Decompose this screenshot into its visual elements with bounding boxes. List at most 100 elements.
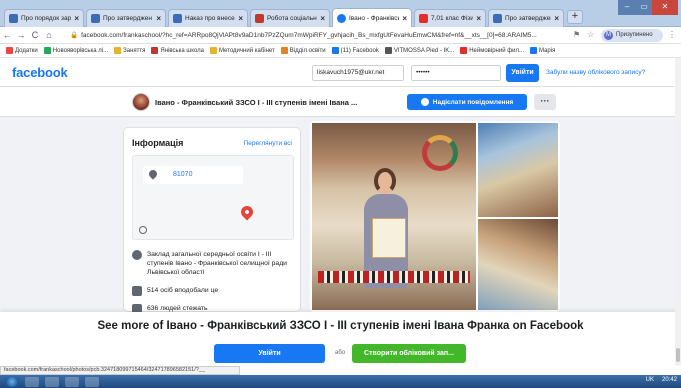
more-options-button[interactable]: ··· bbox=[534, 94, 556, 110]
tab-close-icon[interactable]: × bbox=[74, 14, 79, 23]
browser-tab-7[interactable]: Про затверджен × bbox=[488, 9, 564, 27]
email-field[interactable]: liskavuch1975@ukr.net bbox=[312, 65, 404, 81]
bookmark-item[interactable]: Відділ освіти bbox=[280, 47, 326, 54]
info-circle-icon bbox=[139, 226, 147, 234]
tab-close-icon[interactable]: × bbox=[554, 14, 559, 23]
tab-close-icon[interactable]: × bbox=[238, 14, 243, 23]
star-icon[interactable]: ☆ bbox=[587, 30, 594, 39]
overlay-login-button[interactable]: Увійти bbox=[214, 344, 325, 363]
taskbar-item-explorer[interactable] bbox=[25, 376, 39, 387]
browser-tab-3[interactable]: Наказ про внесен × bbox=[168, 9, 248, 27]
facebook-favicon-icon bbox=[337, 14, 346, 23]
tab-favicon-icon bbox=[493, 14, 502, 23]
page-scrollbar[interactable] bbox=[675, 58, 681, 366]
bookmark-item[interactable]: Марія bbox=[530, 47, 555, 54]
address-bar: ← → C ⌂ 🔒 facebook.com/frankaschool/?hc_r… bbox=[0, 27, 681, 44]
profile-button[interactable]: M Призупинено bbox=[601, 29, 663, 42]
new-tab-button[interactable]: + bbox=[567, 10, 583, 24]
page-title[interactable]: Івано - Франківський ЗЗСО І - ІІІ ступен… bbox=[155, 98, 357, 107]
info-card: Інформація Переглянути всі 81070 Заклад … bbox=[123, 127, 301, 312]
tab-favicon-icon bbox=[173, 14, 182, 23]
profile-label: Призупинено bbox=[616, 32, 653, 38]
bookmark-label: (11) Facebook bbox=[340, 47, 379, 54]
bookmark-label: Неймовірний фил... bbox=[469, 47, 525, 54]
photo-top-right[interactable] bbox=[478, 123, 558, 217]
messenger-icon bbox=[420, 98, 429, 106]
start-button[interactable] bbox=[5, 376, 19, 387]
tab-close-icon[interactable]: × bbox=[320, 14, 325, 23]
info-follows-row: 636 людей стежать bbox=[132, 304, 208, 312]
taskbar: UK 20:42 bbox=[0, 375, 681, 388]
facebook-logo[interactable]: facebook bbox=[12, 65, 68, 80]
clock[interactable]: 20:42 bbox=[662, 377, 677, 383]
bookmark-item[interactable]: Методичний кабінет bbox=[209, 47, 275, 54]
thumbs-up-icon bbox=[132, 286, 142, 296]
language-indicator[interactable]: UK bbox=[646, 377, 654, 383]
follows-count: 636 людей стежать bbox=[147, 305, 208, 312]
browser-tab-6[interactable]: 7,01 клас Фізика × bbox=[414, 9, 486, 27]
status-bar-url: facebook.com/frankaschool/photos/pcb.324… bbox=[0, 366, 240, 375]
bookmark-icon bbox=[280, 47, 288, 54]
view-all-link[interactable]: Переглянути всі bbox=[244, 140, 292, 147]
bookmarks-bar: Додатки Новояворівська лі... Заняття Яні… bbox=[0, 44, 681, 58]
maximize-button[interactable]: ▭ bbox=[636, 0, 652, 15]
bookmark-label: Новояворівська лі... bbox=[52, 47, 109, 54]
taskbar-item-media[interactable] bbox=[45, 376, 59, 387]
tab-label: Івано - Франківсь bbox=[349, 15, 400, 22]
home-icon[interactable]: ⌂ bbox=[42, 30, 56, 40]
tab-close-icon[interactable]: × bbox=[476, 14, 481, 23]
profile-avatar-icon: M bbox=[604, 31, 613, 40]
page-content: Інформація Переглянути всі 81070 Заклад … bbox=[0, 117, 681, 312]
page-avatar[interactable] bbox=[132, 93, 150, 111]
taskbar-item-app[interactable] bbox=[85, 376, 99, 387]
photo-bottom-right[interactable] bbox=[478, 219, 558, 310]
tab-label: Робота соціальн bbox=[267, 15, 317, 22]
close-window-button[interactable]: ✕ bbox=[652, 0, 678, 15]
bookmark-item[interactable]: Неймовірний фил... bbox=[460, 47, 524, 54]
back-icon[interactable]: ← bbox=[0, 30, 14, 40]
taskbar-item-chrome[interactable] bbox=[65, 376, 79, 387]
info-description: Заклад загальної середньої освіти І - ІІ… bbox=[147, 251, 287, 276]
zip-code: 81070 bbox=[173, 171, 193, 178]
create-account-button[interactable]: Створити обліковий зап... bbox=[352, 344, 466, 363]
send-message-button[interactable]: Надіслати повідомлення bbox=[407, 94, 527, 110]
bookmark-label: Янівська школа bbox=[160, 47, 204, 54]
header-login-button[interactable]: Увійти bbox=[506, 64, 539, 82]
url-text: facebook.com/frankaschool/?hc_ref=ARRpo8… bbox=[81, 32, 537, 39]
wreath-decoration bbox=[422, 135, 458, 171]
bookmark-item[interactable]: (11) Facebook bbox=[331, 47, 379, 54]
browser-tab-1[interactable]: Про порядок зар × bbox=[4, 9, 84, 27]
youtube-icon bbox=[460, 47, 468, 54]
minimize-button[interactable]: – bbox=[618, 0, 636, 15]
bookmark-item[interactable]: Додатки bbox=[6, 47, 38, 54]
tab-close-icon[interactable]: × bbox=[156, 14, 161, 23]
scrollbar-thumb[interactable] bbox=[676, 348, 680, 362]
bookmark-item[interactable]: Заняття bbox=[114, 47, 145, 54]
photo-main[interactable] bbox=[312, 123, 476, 310]
forward-icon[interactable]: → bbox=[14, 30, 28, 40]
reload-icon[interactable]: C bbox=[28, 30, 42, 40]
bookmark-icon bbox=[384, 47, 392, 54]
browser-tab-4[interactable]: Робота соціальн × bbox=[250, 9, 330, 27]
facebook-header: facebook liskavuch1975@ukr.net •••••• Ув… bbox=[0, 58, 681, 87]
extension-icon[interactable]: ⚑ bbox=[573, 30, 580, 39]
url-field[interactable]: 🔒 facebook.com/frankaschool/?hc_ref=ARRpo… bbox=[70, 29, 610, 42]
bookmark-item[interactable]: Новояворівська лі... bbox=[43, 47, 109, 54]
tab-favicon-icon bbox=[9, 14, 18, 23]
apps-grid-icon bbox=[6, 47, 13, 54]
menu-kebab-icon[interactable]: ⋮ bbox=[668, 30, 676, 39]
map-marker-icon bbox=[238, 203, 256, 221]
bookmark-item[interactable]: VITMOSSA Pied - IK... bbox=[384, 47, 454, 54]
send-message-label: Надіслати повідомлення bbox=[432, 98, 514, 106]
forgot-account-link[interactable]: Забули назву облікового запису? bbox=[546, 69, 645, 76]
password-field[interactable]: •••••• bbox=[411, 65, 501, 81]
info-title: Інформація bbox=[132, 138, 184, 148]
browser-tab-2[interactable]: Про затверджен × bbox=[86, 9, 166, 27]
browser-tab-5-active[interactable]: Івано - Франківсь × bbox=[332, 8, 412, 28]
bookmark-item[interactable]: Янівська школа bbox=[151, 47, 204, 54]
browser-tab-bar: Про порядок зар × Про затверджен × Наказ… bbox=[0, 0, 681, 28]
bookmark-icon bbox=[209, 47, 217, 54]
tab-close-icon[interactable]: × bbox=[402, 14, 407, 23]
map-preview[interactable]: 81070 bbox=[132, 155, 294, 240]
info-icon bbox=[132, 250, 142, 260]
